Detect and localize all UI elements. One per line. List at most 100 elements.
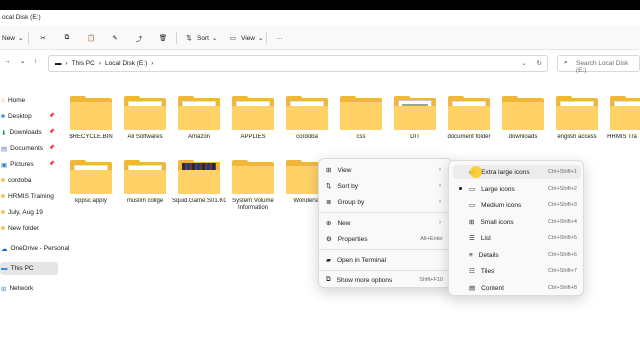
folder-item[interactable]: HRMIS Tra (604, 90, 640, 154)
file-label: Amazon (187, 134, 210, 140)
up-arrow-icon[interactable]: ↑ (34, 58, 37, 65)
chevron-right-icon: › (439, 167, 441, 173)
monitor-icon: ▭ (469, 186, 476, 193)
submenu-item-medium-icons[interactable]: ▭ Medium icons Ctrl+Shift+3 (453, 198, 581, 212)
back-arrow-icon[interactable]: → (4, 58, 11, 65)
folder-item[interactable]: Squid.Game.S01.KOREAN.720p.NF.WEBRip.DDP… (172, 154, 226, 218)
menu-item-open-terminal[interactable]: ▰ Open in Terminal (323, 253, 449, 267)
submenu-item-large-icons[interactable]: ▭ Large icons Ctrl+Shift+2 (453, 182, 581, 196)
chevron-down-icon: ⌄ (18, 35, 24, 42)
sidebar-item-this-pc[interactable]: ▬ This PC (0, 262, 58, 275)
folder-item[interactable]: APPLIES (226, 90, 280, 154)
sidebar-item-network[interactable]: ⊞ Network (0, 282, 58, 295)
file-explorer-window: ocal Disk (E:) New ⌄ ✂ ⧉ 📋 ✎ ⤴ 🗑 ⇅ Sort … (0, 10, 640, 360)
sidebar-item-label: Desktop (7, 113, 32, 120)
cut-button[interactable]: ✂ (38, 32, 48, 44)
search-icon: ⌕ (564, 59, 568, 66)
folder-item[interactable]: kppsc apply (64, 154, 118, 218)
sidebar-item-label: July, Aug 19 (7, 209, 43, 216)
chevron-down-icon[interactable]: ⌄ (20, 57, 25, 65)
sidebar-item-documents[interactable]: ▤ Documents 📌 (0, 142, 58, 155)
file-label: cordoba (296, 134, 318, 140)
terminal-icon: ▰ (326, 257, 331, 264)
separator (266, 32, 267, 44)
folder-item[interactable]: css (334, 90, 388, 154)
pin-icon: 📌 (48, 113, 55, 119)
folder-icon (70, 96, 112, 130)
network-icon: ⊞ (1, 285, 7, 293)
paste-button[interactable]: 📋 (86, 32, 96, 44)
menu-item-show-more[interactable]: ⧉ Show more options Shift+F10 (323, 273, 449, 287)
group-icon: ≣ (326, 199, 332, 206)
menu-item-properties[interactable]: ⚙ Properties Alt+Enter (323, 232, 449, 246)
breadcrumb-this-pc[interactable]: This PC (72, 60, 95, 67)
chevron-down-icon[interactable]: ⌄ (522, 59, 527, 67)
folder-icon: ■ (1, 177, 5, 184)
menu-divider (319, 212, 453, 213)
sidebar-item-new-folder[interactable]: ■ New folder (0, 222, 58, 235)
menu-item-new[interactable]: ⊕ New › (323, 216, 449, 230)
submenu-item-small-icons[interactable]: ⊞ Small icons Ctrl+Shift+4 (453, 215, 581, 229)
sidebar-item-cordoba[interactable]: ■ cordoba (0, 174, 58, 187)
sidebar-item-home[interactable]: ⌂ Home (0, 94, 58, 107)
sidebar-item-july-aug[interactable]: ■ July, Aug 19 (0, 206, 58, 219)
folder-icon: ■ (1, 193, 5, 200)
folder-item[interactable]: $RECYCLE.BIN (64, 90, 118, 154)
share-button[interactable]: ⤴ (134, 32, 144, 44)
submenu-item-tiles[interactable]: ☷ Tiles Ctrl+Shift+7 (453, 264, 581, 278)
sidebar-item-label: Downloads (9, 129, 42, 136)
shortcut-text: Shift+F10 (419, 277, 443, 283)
download-icon: ⬇ (1, 129, 7, 137)
folder-item[interactable]: Amazon (172, 90, 226, 154)
view-icon: ▭ (229, 35, 237, 42)
search-box[interactable]: ⌕ Search Local Disk (E:) (557, 55, 640, 74)
breadcrumb-local-disk[interactable]: Local Disk (E:) (105, 60, 147, 67)
submenu-item-details[interactable]: ≡ Details Ctrl+Shift+6 (453, 248, 581, 262)
sidebar-item-downloads[interactable]: ⬇ Downloads 📌 (0, 126, 58, 139)
refresh-icon[interactable]: ↻ (537, 59, 542, 67)
folder-icon (124, 160, 166, 194)
menu-item-sort-by[interactable]: ⇅ Sort by › (323, 179, 449, 193)
view-button[interactable]: ▭ View ⌄ (228, 32, 264, 44)
delete-button[interactable]: 🗑 (158, 32, 168, 44)
menu-item-label: Show more options (336, 276, 393, 284)
sidebar-item-hrmis-training[interactable]: ■ HRMIS Training (0, 190, 58, 203)
chevron-right-icon: › (151, 60, 154, 67)
search-placeholder: Search Local Disk (E:) (576, 60, 629, 74)
new-icon: ⊕ (326, 220, 332, 227)
submenu-item-list[interactable]: ☰ List Ctrl+Shift+5 (453, 231, 581, 245)
chevron-right-icon: › (98, 60, 101, 67)
context-menu: ⊞ View › ⇅ Sort by › ≣ Group by › ⊕ New › ⚙ Prope… (318, 158, 453, 288)
folder-item[interactable]: english access (550, 90, 604, 154)
pin-icon: 📌 (48, 161, 55, 167)
folder-item[interactable]: DIT (388, 90, 442, 154)
sidebar-item-desktop[interactable]: ■ Desktop 📌 (0, 110, 58, 123)
submenu-item-content[interactable]: ▤ Content Ctrl+Shift+8 (453, 281, 581, 295)
menu-item-group-by[interactable]: ≣ Group by › (323, 195, 449, 209)
sort-label: Sort (197, 34, 209, 42)
chevron-right-icon: › (439, 220, 441, 226)
more-options-button[interactable]: ··· (276, 32, 283, 44)
submenu-item-label: Tiles (480, 267, 495, 275)
sort-button[interactable]: ⇅ Sort ⌄ (184, 32, 217, 44)
rename-icon: ✎ (112, 35, 118, 42)
shortcut-text: Ctrl+Shift+5 (547, 235, 577, 241)
sidebar-item-onedrive[interactable]: ☁ OneDrive - Personal (0, 242, 69, 255)
folder-item[interactable]: Ali Softwares (118, 90, 172, 154)
file-label: DIT (410, 134, 420, 140)
sidebar-item-pictures[interactable]: ▣ Pictures 📌 (0, 158, 58, 171)
sidebar-item-label: This PC (10, 265, 34, 272)
file-label: english access (557, 134, 597, 140)
menu-item-view[interactable]: ⊞ View › (323, 163, 449, 177)
folder-item[interactable]: downloads (496, 90, 550, 154)
copy-button[interactable]: ⧉ (62, 32, 72, 44)
rename-button[interactable]: ✎ (110, 32, 120, 44)
folder-item[interactable]: cordoba (280, 90, 334, 154)
submenu-item-label: Content (481, 284, 504, 292)
new-button[interactable]: New ⌄ (2, 32, 23, 44)
chevron-right-icon: › (65, 60, 68, 67)
folder-item[interactable]: document folder (442, 90, 496, 154)
address-bar[interactable]: ▬ › This PC › Local Disk (E:) › ⌄ ↻ (48, 55, 548, 72)
folder-item[interactable]: muslim collge (118, 154, 172, 218)
folder-item[interactable]: System Volume Information (226, 154, 280, 218)
